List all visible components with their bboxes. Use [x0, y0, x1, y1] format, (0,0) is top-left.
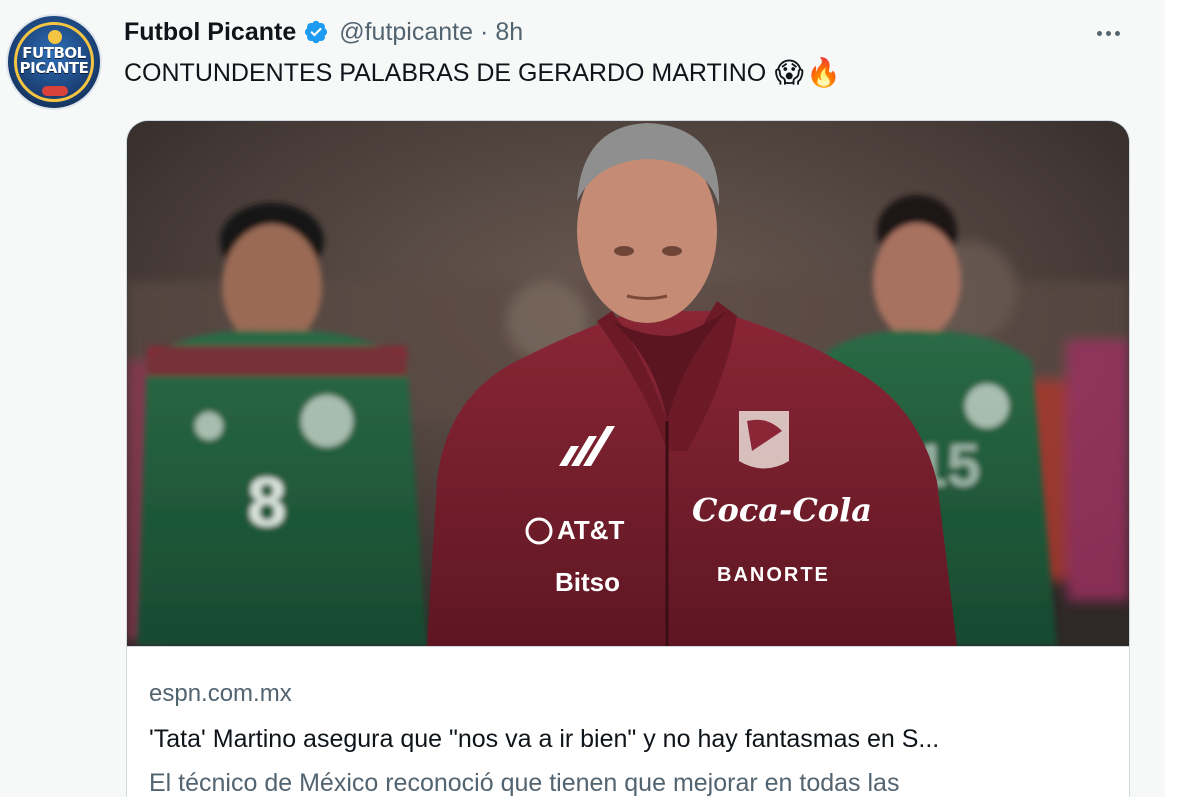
player-number: 8: [248, 463, 287, 541]
sponsor-banorte: BANORTE: [717, 564, 830, 586]
tweet-timestamp[interactable]: 8h: [495, 18, 523, 47]
mexico-crest-icon: [739, 411, 789, 469]
avatar-logo-text: FUTBOL PICANTE: [19, 44, 89, 77]
card-image[interactable]: 8 15 AT&T Coca-Cola Bitso BANORTE: [127, 121, 1129, 646]
card-meta[interactable]: espn.com.mx 'Tata' Martino asegura que "…: [127, 646, 1129, 797]
tweet-text: CONTUNDENTES PALABRAS DE GERARDO MARTINO…: [124, 56, 842, 90]
avatar[interactable]: FUTBOL PICANTE: [6, 14, 102, 110]
right-gutter: [1165, 0, 1200, 797]
header-separator: ·: [480, 17, 489, 46]
tweet[interactable]: FUTBOL PICANTE Futbol Picante @futpicant…: [0, 0, 1166, 797]
sponsor-att: AT&T: [557, 515, 625, 545]
link-card[interactable]: 8 15 AT&T Coca-Cola Bitso BANORTE espn.c…: [126, 120, 1130, 797]
fire-emoji-icon: 🔥: [806, 57, 842, 88]
tweet-text-body: CONTUNDENTES PALABRAS DE GERARDO MARTINO: [124, 58, 767, 87]
display-name[interactable]: Futbol Picante: [124, 18, 296, 47]
tweet-header: Futbol Picante @futpicante · 8h: [124, 16, 523, 48]
card-title[interactable]: 'Tata' Martino asegura que "nos va a ir …: [149, 723, 1107, 755]
user-handle[interactable]: @futpicante: [339, 18, 473, 47]
sponsor-cocacola: Coca-Cola: [692, 491, 872, 529]
avatar-badge-icon: [48, 30, 62, 44]
verified-badge-icon: [303, 19, 329, 45]
avatar-flame-icon: [42, 86, 68, 96]
more-options-icon[interactable]: [1090, 18, 1126, 48]
card-description: El técnico de México reconoció que tiene…: [149, 769, 900, 797]
sponsor-bitso: Bitso: [555, 567, 620, 597]
scream-emoji-icon: 😱: [774, 57, 804, 88]
card-domain: espn.com.mx: [149, 680, 292, 707]
